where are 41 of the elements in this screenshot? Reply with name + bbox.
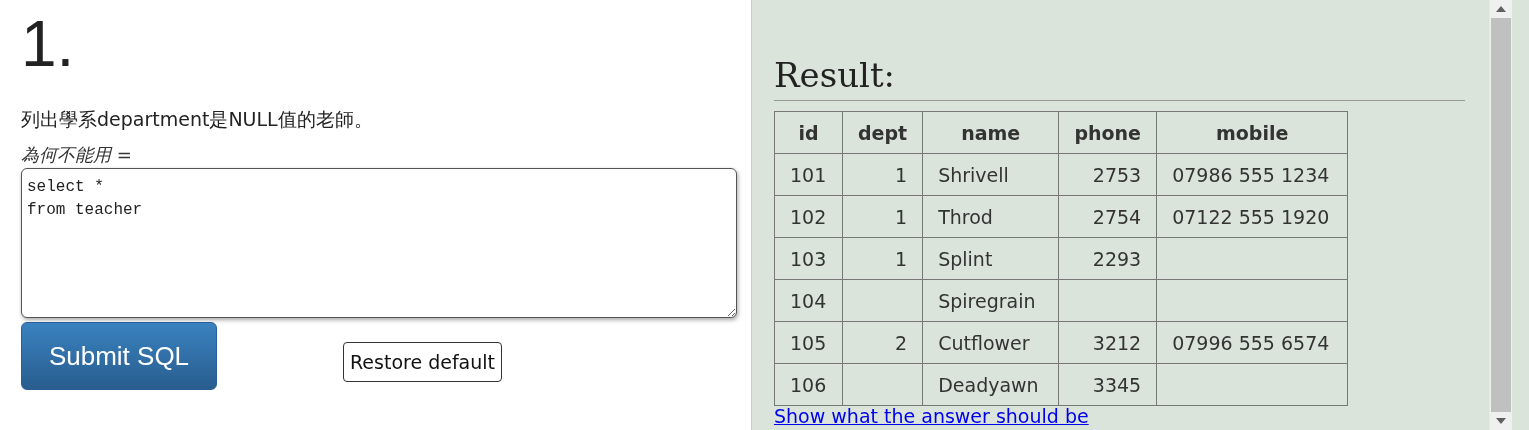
table-cell: Splint (922, 237, 1059, 280)
column-header: dept (842, 111, 923, 154)
table-cell: 07986 555 1234 (1156, 153, 1348, 196)
hint-text: 為何不能用 = (21, 144, 133, 166)
table-cell: 102 (774, 195, 843, 238)
table-cell: 2293 (1058, 237, 1157, 280)
table-cell: 2 (842, 321, 923, 364)
table-cell: 3345 (1058, 363, 1157, 406)
show-answer-link[interactable]: Show what the answer should be (774, 406, 1465, 426)
table-cell: Shrivell (922, 153, 1059, 196)
result-heading: Result: (774, 52, 1465, 101)
question-number: 1. (21, 12, 76, 76)
submit-button[interactable]: Submit SQL (21, 322, 217, 390)
table-cell: 2754 (1058, 195, 1157, 238)
scrollbar-thumb[interactable] (1491, 18, 1511, 412)
table-cell: Throd (922, 195, 1059, 238)
table-cell: 1 (842, 237, 923, 280)
table-cell: 104 (774, 279, 843, 322)
table-cell: Cutflower (922, 321, 1059, 364)
column-header: name (922, 111, 1059, 154)
table-cell: 101 (774, 153, 843, 196)
table-cell: 103 (774, 237, 843, 280)
table-cell: 105 (774, 321, 843, 364)
table-cell: 3212 (1058, 321, 1157, 364)
table-cell: 07122 555 1920 (1156, 195, 1348, 238)
table-cell: 1 (842, 153, 923, 196)
restore-default-button[interactable]: Restore default (343, 342, 502, 382)
table-cell: 1 (842, 195, 923, 238)
table-cell: Spiregrain (922, 279, 1059, 322)
scroll-up-icon[interactable] (1496, 6, 1506, 12)
question-text: 列出學系department是NULL值的老師。 (21, 108, 374, 130)
column-header: mobile (1156, 111, 1348, 154)
table-cell: 07996 555 6574 (1156, 321, 1348, 364)
column-header: phone (1058, 111, 1157, 154)
table-cell: 106 (774, 363, 843, 406)
table-cell: 2753 (1058, 153, 1157, 196)
column-header: id (774, 111, 843, 154)
table-cell: Deadyawn (922, 363, 1059, 406)
scroll-down-icon[interactable] (1496, 418, 1506, 424)
scrollbar[interactable] (1489, 0, 1512, 430)
sql-input-field[interactable]: select * from teacher (21, 168, 737, 318)
